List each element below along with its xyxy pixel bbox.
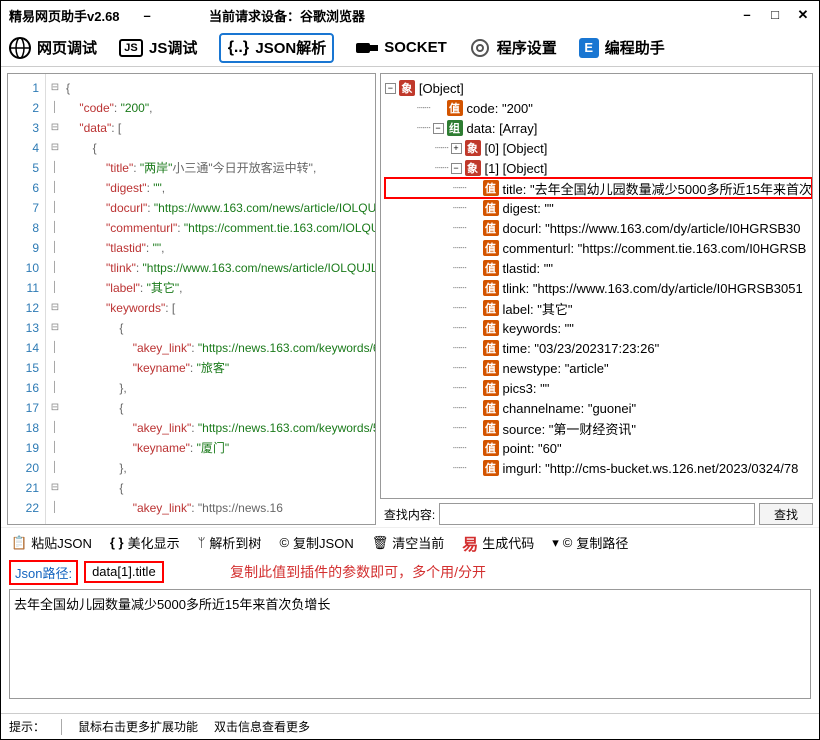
beautify-button[interactable]: { }美化显示 — [110, 533, 180, 552]
paste-icon: 📋 — [11, 535, 27, 551]
status-hint-2: 双击信息查看更多 — [214, 718, 310, 735]
minimize-button[interactable]: – — [739, 7, 755, 23]
gear-icon — [469, 37, 491, 59]
object-badge-icon: 象 — [399, 80, 415, 96]
json-path-hint: 复制此值到插件的参数即可，多个用/分开 — [230, 562, 486, 582]
object-badge-icon: 象 — [465, 160, 481, 176]
array-badge-icon: 组 — [447, 120, 463, 136]
value-badge-icon: 值 — [483, 340, 499, 356]
tree-node[interactable]: ┈┈值docurl: "https://www.163.com/dy/artic… — [385, 218, 812, 238]
close-button[interactable]: ✕ — [795, 7, 811, 23]
json-source-editor[interactable]: 12345678910111213141516171819202122 ⊟│⊟⊟… — [7, 73, 376, 525]
yi-icon: 易 — [462, 531, 478, 555]
tab-js-debug[interactable]: JS JS调试 — [119, 37, 197, 58]
code-content[interactable]: { "code": "200", "data": [ { "title": "两… — [64, 74, 375, 524]
value-badge-icon: 值 — [483, 220, 499, 236]
tree-node[interactable]: ┈┈值code: "200" — [385, 98, 812, 118]
dash: – — [144, 8, 151, 23]
value-badge-icon: 值 — [483, 240, 499, 256]
line-gutter: 12345678910111213141516171819202122 — [8, 74, 46, 524]
search-button[interactable]: 查找 — [759, 503, 813, 525]
expand-toggle[interactable]: − — [451, 163, 462, 174]
value-badge-icon: 值 — [483, 200, 499, 216]
globe-icon — [9, 37, 31, 59]
tree-node[interactable]: ┈┈值source: "第一财经资讯" — [385, 418, 812, 438]
device-info: 当前请求设备：谷歌浏览器 — [209, 6, 365, 25]
tab-label: JS调试 — [149, 37, 197, 58]
tab-json-parse[interactable]: {..} JSON解析 — [219, 33, 334, 63]
expand-toggle[interactable]: + — [451, 143, 462, 154]
json-tree-view[interactable]: −象[Object]┈┈值code: "200"┈┈−组data: [Array… — [380, 73, 813, 499]
tree-node[interactable]: ┈┈值newstype: "article" — [385, 358, 812, 378]
tab-web-debug[interactable]: 网页调试 — [9, 37, 97, 59]
value-badge-icon: 值 — [483, 280, 499, 296]
maximize-button[interactable]: □ — [767, 7, 783, 23]
tree-node[interactable]: ┈┈值point: "60" — [385, 438, 812, 458]
fold-gutter[interactable]: ⊟│⊟⊟│││││││⊟⊟│││⊟│││⊟│ — [46, 74, 64, 524]
tab-socket[interactable]: SOCKET — [356, 37, 447, 59]
status-tip-label: 提示： — [9, 718, 45, 735]
clear-button[interactable]: 🗑清空当前 — [372, 533, 445, 552]
tree-node[interactable]: ┈┈值commenturl: "https://comment.tie.163.… — [385, 238, 812, 258]
copy-json-button[interactable]: ©复制JSON — [279, 533, 353, 552]
tree-node[interactable]: ┈┈值keywords: "" — [385, 318, 812, 338]
value-badge-icon: 值 — [483, 420, 499, 436]
braces-icon: {..} — [227, 37, 249, 59]
tree-node[interactable]: ┈┈值tlastid: "" — [385, 258, 812, 278]
tree-node[interactable]: ┈┈值imgurl: "http://cms-bucket.ws.126.net… — [385, 458, 812, 478]
js-icon: JS — [119, 39, 143, 57]
tab-code-helper[interactable]: E 编程助手 — [579, 37, 665, 58]
tree-node[interactable]: ┈┈值label: "其它" — [385, 298, 812, 318]
copyright-icon: © — [563, 535, 573, 550]
tab-label: 编程助手 — [605, 37, 665, 58]
value-badge-icon: 值 — [483, 440, 499, 456]
tree-node[interactable]: −象[Object] — [385, 78, 812, 98]
tree-node[interactable]: ┈┈值tlink: "https://www.163.com/dy/articl… — [385, 278, 812, 298]
value-badge-icon: 值 — [483, 360, 499, 376]
json-path-input[interactable]: data[1].title — [84, 561, 164, 583]
tree-node[interactable]: ┈┈+象[0] [Object] — [385, 138, 812, 158]
e-icon: E — [579, 38, 599, 58]
value-badge-icon: 值 — [483, 400, 499, 416]
tree-node[interactable]: ┈┈值digest: "" — [385, 198, 812, 218]
tab-label: JSON解析 — [255, 37, 326, 58]
value-badge-icon: 值 — [483, 300, 499, 316]
value-badge-icon: 值 — [483, 320, 499, 336]
copy-path-button[interactable]: ▾©复制路径 — [552, 533, 628, 552]
tab-label: 网页调试 — [37, 37, 97, 58]
value-badge-icon: 值 — [483, 380, 499, 396]
tab-label: 程序设置 — [497, 37, 557, 58]
expand-toggle[interactable]: − — [433, 123, 444, 134]
value-badge-icon: 值 — [447, 100, 463, 116]
tab-settings[interactable]: 程序设置 — [469, 37, 557, 59]
object-badge-icon: 象 — [465, 140, 481, 156]
json-path-label: Json路径: — [9, 560, 78, 585]
value-badge-icon: 值 — [483, 260, 499, 276]
expand-toggle[interactable]: − — [385, 83, 396, 94]
status-hint-1: 鼠标右击更多扩展功能 — [78, 718, 198, 735]
search-input[interactable] — [439, 503, 755, 525]
parse-tree-button[interactable]: ᛘ解析到树 — [198, 533, 262, 552]
braces-icon: { } — [110, 535, 124, 550]
tree-node[interactable]: ┈┈值time: "03/23/202317:23:26" — [385, 338, 812, 358]
search-label: 查找内容: — [384, 506, 435, 523]
paste-json-button[interactable]: 📋粘贴JSON — [11, 533, 92, 552]
tree-node[interactable]: ┈┈−组data: [Array] — [385, 118, 812, 138]
tree-node[interactable]: ┈┈值title: "去年全国幼儿园数量减少5000多所近15年来首次 — [385, 178, 812, 198]
socket-icon — [356, 37, 378, 59]
app-title: 精易网页助手v2.68 — [9, 6, 120, 25]
tree-node[interactable]: ┈┈−象[1] [Object] — [385, 158, 812, 178]
value-badge-icon: 值 — [483, 460, 499, 476]
tree-icon: ᛘ — [198, 535, 206, 550]
copyright-icon: © — [279, 535, 289, 550]
gen-code-button[interactable]: 易生成代码 — [462, 531, 534, 555]
trash-icon: 🗑 — [372, 535, 389, 551]
tab-label: SOCKET — [384, 39, 447, 56]
chevron-down-icon: ▾ — [552, 535, 559, 551]
result-output[interactable]: 去年全国幼儿园数量减少5000多所近15年来首次负增长 — [9, 589, 811, 699]
tree-node[interactable]: ┈┈值channelname: "guonei" — [385, 398, 812, 418]
tree-node[interactable]: ┈┈值pics3: "" — [385, 378, 812, 398]
value-badge-icon: 值 — [483, 180, 499, 196]
